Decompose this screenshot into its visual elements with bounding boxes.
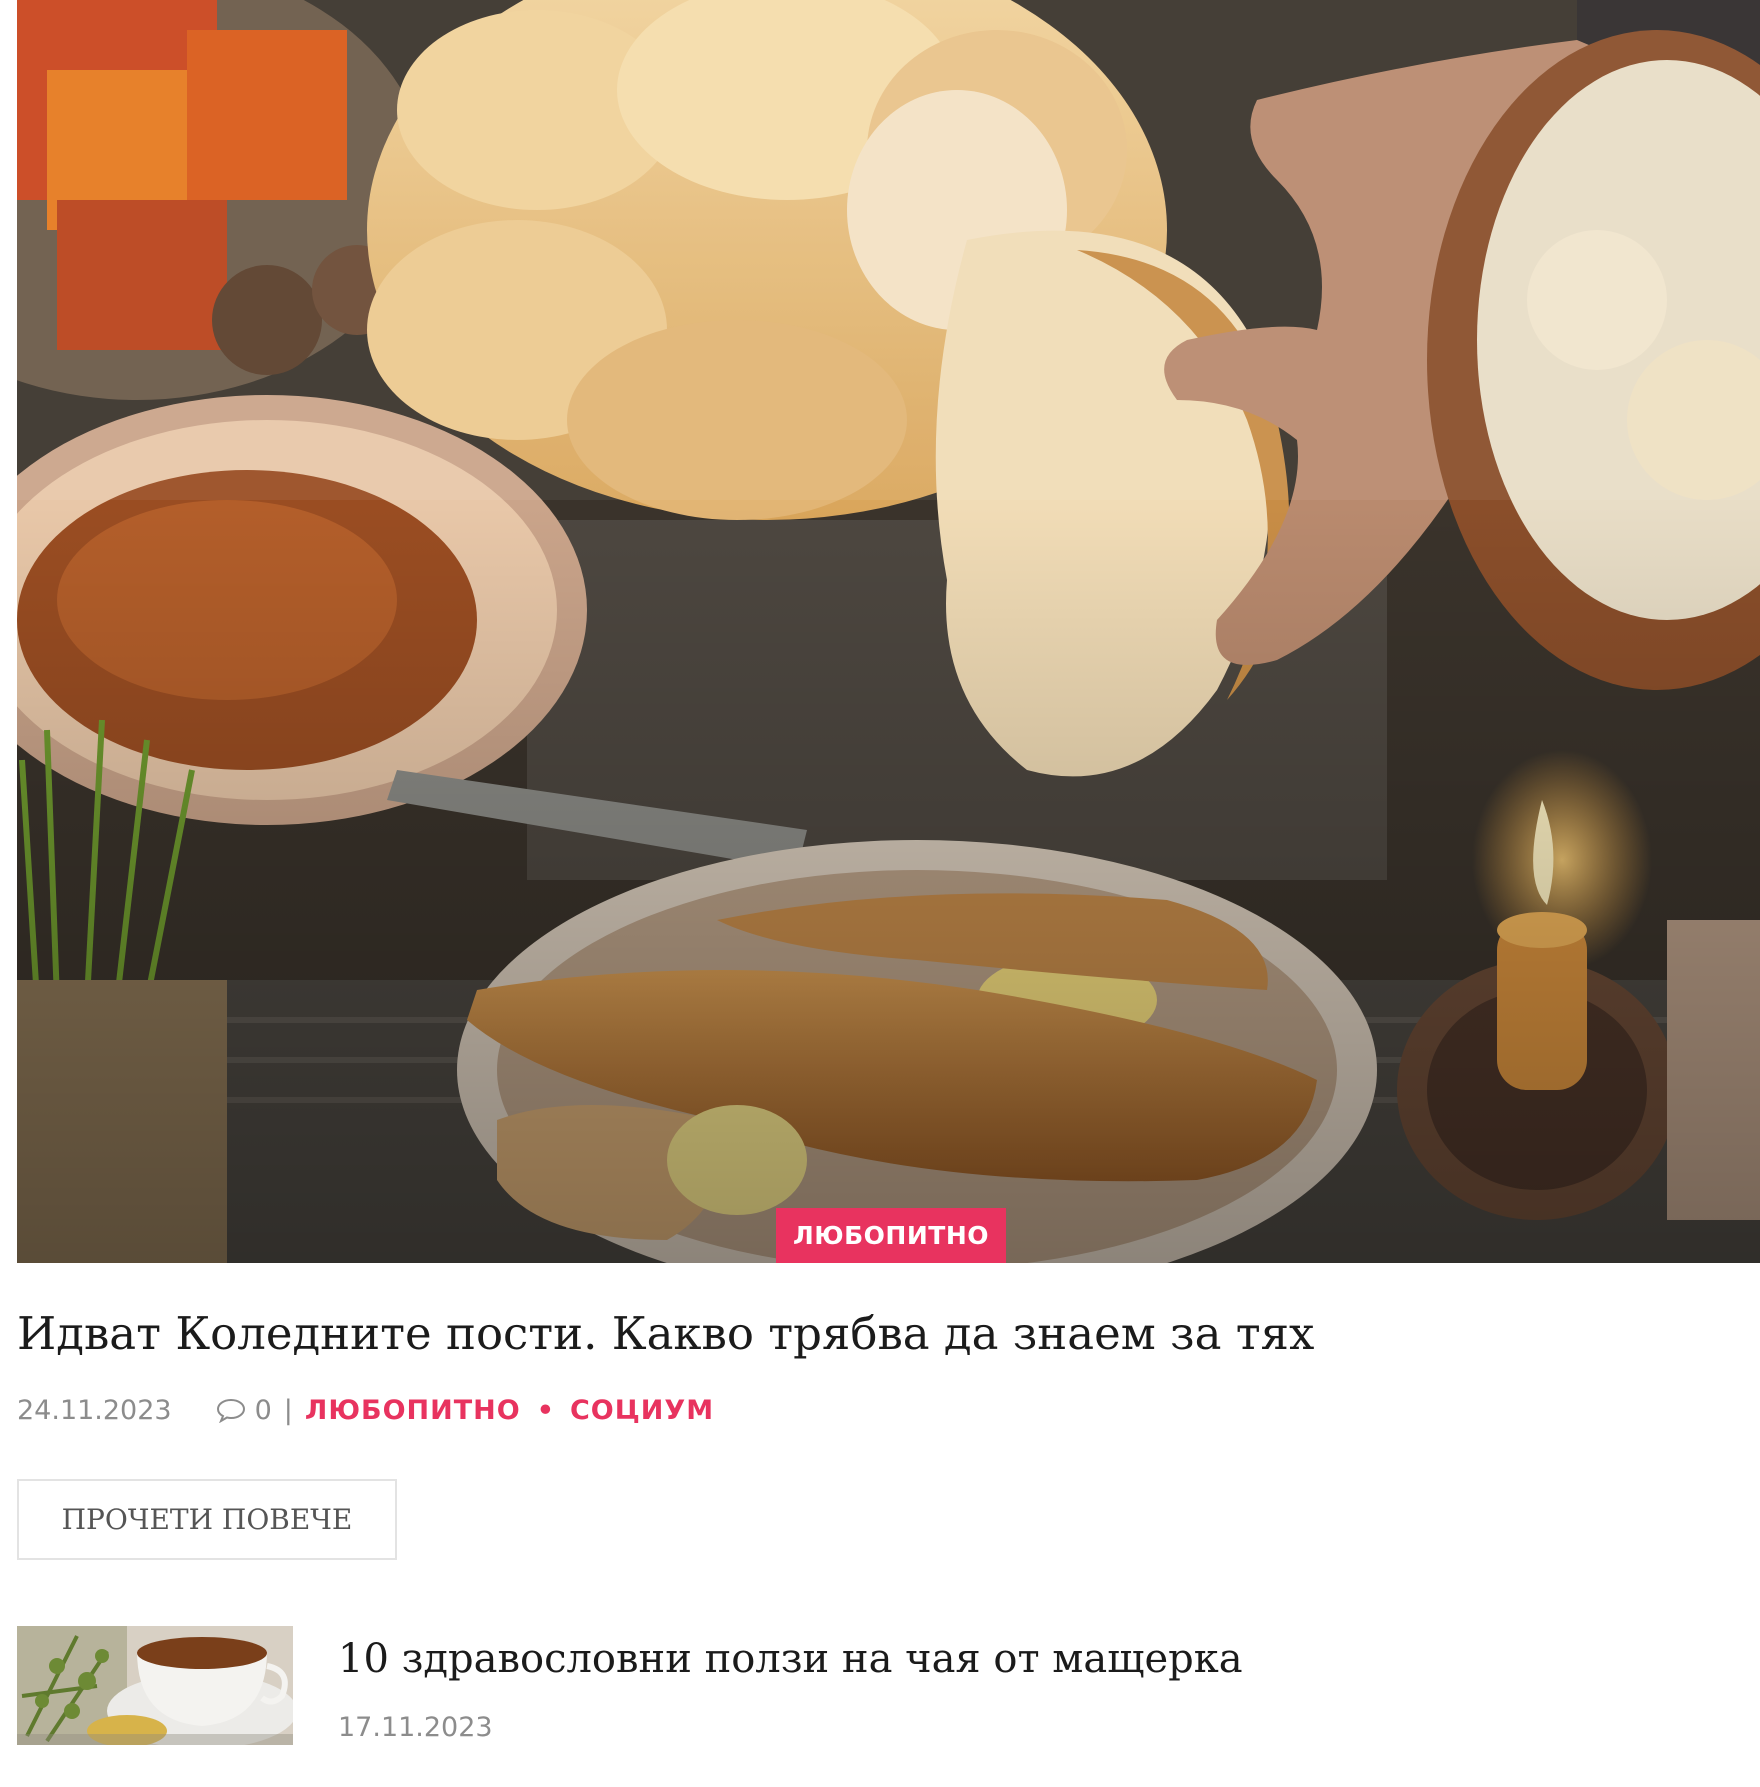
post-meta: 24.11.2023 0 | ЛЮБОПИТНО • СОЦИУМ <box>17 1388 714 1432</box>
featured-image-illustration <box>17 0 1760 1263</box>
comments-link[interactable]: 0 <box>216 1395 272 1426</box>
speech-bubble-icon <box>216 1398 245 1423</box>
related-post-date: 17.11.2023 <box>338 1712 493 1743</box>
thyme-tea-illustration <box>17 1626 293 1745</box>
category-dot: • <box>536 1394 554 1426</box>
read-more-button[interactable]: ПРОЧЕТИ ПОВЕЧЕ <box>17 1479 397 1560</box>
related-post-thumbnail[interactable] <box>17 1626 293 1745</box>
related-post-title[interactable]: 10 здравословни ползи на чая от мащерка <box>338 1630 1243 1688</box>
meta-separator: | <box>283 1394 293 1426</box>
post-title[interactable]: Идват Коледните пости. Какво трябва да з… <box>17 1300 1314 1368</box>
category-link-curious[interactable]: ЛЮБОПИТНО <box>305 1395 521 1426</box>
post-date: 24.11.2023 <box>17 1394 172 1426</box>
featured-post-image[interactable] <box>17 0 1760 1263</box>
comment-count: 0 <box>254 1394 272 1426</box>
category-link-society[interactable]: СОЦИУМ <box>570 1395 714 1426</box>
category-badge[interactable]: ЛЮБОПИТНО <box>776 1208 1006 1263</box>
